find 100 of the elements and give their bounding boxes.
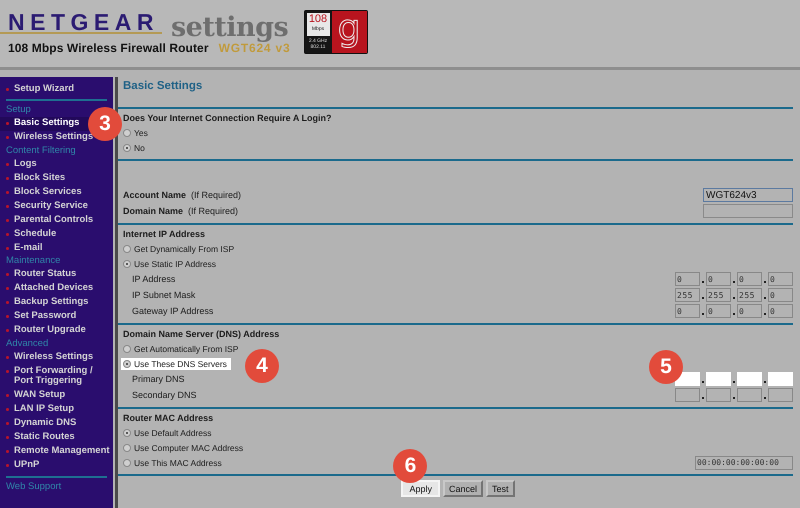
sidebar-item[interactable]: Static Routes xyxy=(6,430,75,444)
model-number: WGT624 v3 xyxy=(218,41,290,55)
ip-octet-field[interactable]: 0 xyxy=(737,272,762,286)
octet-separator xyxy=(764,281,766,283)
radio-button[interactable] xyxy=(123,344,131,352)
mac-address-field[interactable]: 00:00:00:00:00:00 xyxy=(695,456,793,470)
radio-button[interactable] xyxy=(123,428,131,436)
step-number-badge: 5 xyxy=(649,350,683,384)
octet-separator xyxy=(702,281,704,283)
ip-octet-field[interactable]: 0 xyxy=(768,272,793,286)
sidebar-heading: Advanced xyxy=(5,338,50,350)
radio-option[interactable]: Use Static IP Address xyxy=(121,258,220,270)
radio-button[interactable] xyxy=(123,128,131,136)
step-number-badge: 6 xyxy=(393,449,428,483)
brand-logo: NETGEAR xyxy=(8,10,159,34)
radio-button[interactable] xyxy=(123,244,131,252)
step-number-badge: 4 xyxy=(244,348,279,382)
form-button[interactable]: Cancel xyxy=(442,480,483,497)
ip-octet-field[interactable]: 0 xyxy=(737,304,762,318)
radio-option[interactable]: Get Automatically From ISP xyxy=(121,342,242,354)
sidebar-heading: Maintenance xyxy=(5,255,62,268)
octet-separator xyxy=(733,297,735,299)
radio-option[interactable]: Yes xyxy=(121,126,152,138)
ip-octet-field[interactable]: 255 xyxy=(737,288,762,302)
speed-label: 108 xyxy=(308,13,328,26)
radio-button[interactable] xyxy=(123,444,131,452)
text-field[interactable] xyxy=(703,204,793,218)
radio-button[interactable] xyxy=(123,260,131,268)
section-heading: Internet IP Address xyxy=(123,228,206,241)
radio-option[interactable]: Use Computer MAC Address xyxy=(121,442,248,454)
sidebar-item[interactable]: Dynamic DNS xyxy=(6,416,76,430)
sidebar-item[interactable]: Router Upgrade xyxy=(6,324,86,338)
octet-separator xyxy=(764,313,766,315)
ip-octet-field[interactable]: 0 xyxy=(675,272,700,286)
form-button[interactable]: Test xyxy=(486,480,515,497)
sidebar-heading: Content Filtering xyxy=(5,144,77,157)
octet-separator xyxy=(702,313,704,315)
ip-octet-field[interactable]: 0 xyxy=(706,272,731,286)
sidebar-item[interactable]: E-mail xyxy=(6,241,43,255)
sidebar-item[interactable]: Attached Devices xyxy=(6,282,94,296)
octet-separator xyxy=(764,397,766,399)
ip-octet-field[interactable] xyxy=(768,388,793,402)
section-heading: Router MAC Address xyxy=(123,412,214,425)
product-subtitle: 108 Mbps Wireless Firewall Router xyxy=(8,41,209,55)
octet-separator xyxy=(733,381,735,383)
ip-octet-field[interactable] xyxy=(737,388,762,402)
ip-octet-field[interactable] xyxy=(675,388,700,402)
octet-separator xyxy=(733,313,735,315)
ip-octet-field[interactable]: 0 xyxy=(768,304,793,318)
sidebar-item[interactable]: Wireless Settings xyxy=(6,130,94,144)
sidebar-item[interactable]: Schedule xyxy=(6,227,56,241)
section-heading: Does Your Internet Connection Require A Login? xyxy=(123,112,333,125)
sidebar-item[interactable]: Set Password xyxy=(6,310,76,324)
sidebar-item[interactable]: Block Sites xyxy=(6,171,66,185)
ip-octet-field[interactable]: 255 xyxy=(675,288,700,302)
radio-button[interactable] xyxy=(123,458,131,466)
radio-button[interactable] xyxy=(123,144,131,152)
radio-option[interactable]: Get Dynamically From ISP xyxy=(121,242,238,254)
page-title: Basic Settings xyxy=(122,79,204,94)
sidebar-item[interactable]: Parental Controls xyxy=(6,213,94,227)
sidebar-item[interactable]: Wireless Settings xyxy=(6,350,94,364)
ip-octet-field[interactable] xyxy=(706,388,731,402)
field-label: Secondary DNS xyxy=(131,390,197,400)
octet-separator xyxy=(733,281,735,283)
radio-option[interactable]: Use These DNS Servers xyxy=(121,358,231,370)
octet-separator xyxy=(764,297,766,299)
sidebar-item[interactable]: Backup Settings xyxy=(6,296,88,310)
radio-option[interactable]: No xyxy=(121,142,149,154)
sidebar-item[interactable]: Router Status xyxy=(6,268,76,282)
sidebar-heading: Web Support xyxy=(5,480,62,493)
octet-separator xyxy=(702,381,704,383)
radio-button[interactable] xyxy=(123,360,131,368)
text-field[interactable]: WGT624v3 xyxy=(703,188,793,202)
ip-octet-field[interactable]: 0 xyxy=(675,304,700,318)
form-button[interactable]: Apply xyxy=(401,480,440,497)
sidebar-item[interactable]: Remote Management xyxy=(6,444,110,458)
sidebar-item[interactable]: UPnP xyxy=(6,458,40,472)
sidebar-item[interactable]: Logs xyxy=(6,157,37,171)
sidebar-heading: Setup xyxy=(5,104,32,116)
ip-octet-field[interactable]: 255 xyxy=(706,288,731,302)
product-line-title: settings xyxy=(170,13,288,43)
sidebar-item[interactable]: LAN IP Setup xyxy=(6,402,74,416)
radio-option[interactable]: Use This MAC Address xyxy=(121,456,226,468)
radio-option[interactable]: Use Default Address xyxy=(121,426,216,438)
logo-letter: g xyxy=(332,11,366,53)
octet-separator xyxy=(733,397,735,399)
sidebar-item[interactable]: WAN Setup xyxy=(6,388,66,402)
sidebar-item[interactable]: Port Forwarding / Port Triggering xyxy=(6,364,110,388)
ip-octet-field[interactable]: 0 xyxy=(706,304,731,318)
sidebar-item[interactable]: Setup Wizard xyxy=(6,82,74,96)
field-label: Account Name (If Required) xyxy=(123,190,242,200)
octet-separator xyxy=(702,297,704,299)
octet-separator xyxy=(764,381,766,383)
octet-separator xyxy=(702,397,704,399)
ip-octet-field[interactable]: 0 xyxy=(768,288,793,302)
field-label: Gateway IP Address xyxy=(131,306,214,316)
field-label: Primary DNS xyxy=(131,374,185,384)
field-label: IP Address xyxy=(131,274,176,284)
sidebar-item[interactable]: Block Services xyxy=(6,185,82,199)
sidebar-item[interactable]: Security Service xyxy=(6,199,88,213)
